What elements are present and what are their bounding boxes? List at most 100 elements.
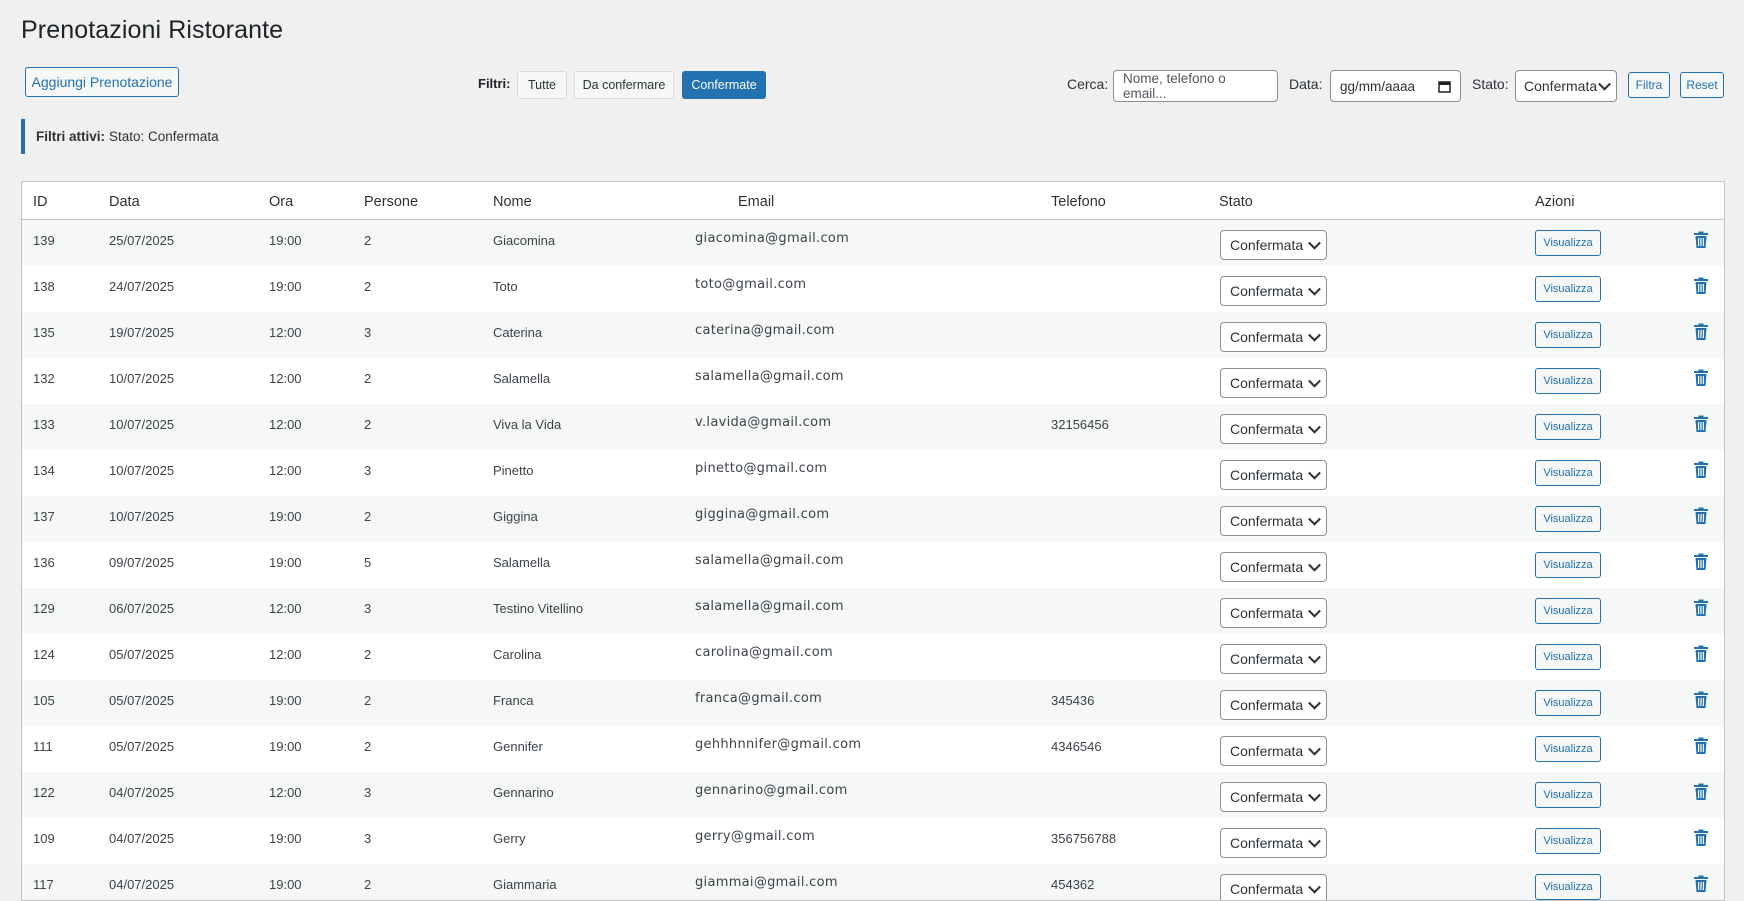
trash-icon[interactable]: [1693, 231, 1709, 249]
row-status-select[interactable]: Confermata: [1220, 276, 1327, 306]
view-button[interactable]: Visualizza: [1535, 644, 1601, 670]
view-button[interactable]: Visualizza: [1535, 782, 1601, 808]
status-select[interactable]: Confermata: [1515, 70, 1617, 102]
active-filters-label: Filtri attivi:: [36, 129, 106, 144]
cell-email: gerry@gmail.com: [695, 829, 815, 844]
trash-icon[interactable]: [1693, 783, 1709, 801]
trash-icon[interactable]: [1693, 323, 1709, 341]
row-status-select[interactable]: Confermata: [1220, 828, 1327, 858]
cell-ora: 12:00: [269, 417, 302, 432]
filter-pending-button[interactable]: Da confermare: [574, 71, 674, 99]
view-button[interactable]: Visualizza: [1535, 552, 1601, 578]
row-status-value: Confermata: [1230, 743, 1304, 759]
trash-icon[interactable]: [1693, 553, 1709, 571]
cell-nome: Salamella: [493, 555, 551, 570]
row-status-select[interactable]: Confermata: [1220, 782, 1327, 812]
trash-icon[interactable]: [1693, 737, 1709, 755]
row-status-select[interactable]: Confermata: [1220, 690, 1327, 720]
view-button[interactable]: Visualizza: [1535, 460, 1601, 486]
chevron-down-icon: [1308, 650, 1321, 664]
cell-persone: 2: [364, 739, 372, 754]
filter-all-button[interactable]: Tutte: [517, 71, 567, 99]
filter-confirmed-button[interactable]: Confermate: [682, 71, 766, 99]
cell-telefono: 4346546: [1051, 739, 1102, 754]
trash-icon[interactable]: [1693, 277, 1709, 295]
row-status-select[interactable]: Confermata: [1220, 644, 1327, 674]
trash-icon[interactable]: [1693, 875, 1709, 893]
cell-data: 05/07/2025: [109, 647, 175, 662]
view-button[interactable]: Visualizza: [1535, 598, 1601, 624]
chevron-down-icon: [1308, 374, 1321, 388]
row-status-value: Confermata: [1230, 605, 1304, 621]
trash-icon[interactable]: [1693, 369, 1709, 387]
view-button[interactable]: Visualizza: [1535, 690, 1601, 716]
cell-persone: 3: [364, 785, 372, 800]
trash-icon[interactable]: [1693, 829, 1709, 847]
row-status-select[interactable]: Confermata: [1220, 414, 1327, 444]
cell-id: 105: [33, 693, 55, 708]
cell-nome: Gennifer: [493, 739, 543, 754]
reset-button[interactable]: Reset: [1680, 72, 1724, 98]
col-persone: Persone: [364, 194, 419, 210]
filter-submit-button[interactable]: Filtra: [1628, 72, 1670, 98]
table-row: 129 06/07/2025 12:00 3 Testino Vitellino…: [22, 588, 1724, 634]
view-button[interactable]: Visualizza: [1535, 828, 1601, 854]
chevron-down-icon: [1308, 282, 1321, 296]
row-status-select[interactable]: Confermata: [1220, 552, 1327, 582]
table-row: 136 09/07/2025 19:00 5 Salamella salamel…: [22, 542, 1724, 588]
cell-id: 135: [33, 325, 55, 340]
chevron-down-icon: [1308, 512, 1321, 526]
trash-icon[interactable]: [1693, 691, 1709, 709]
search-input[interactable]: Nome, telefono o email...: [1113, 70, 1278, 102]
view-button[interactable]: Visualizza: [1535, 276, 1601, 302]
cell-persone: 2: [364, 647, 372, 662]
cell-persone: 2: [364, 693, 372, 708]
calendar-icon[interactable]: [1438, 80, 1451, 93]
reservations-table: ID Data Ora Persone Nome Email Telefono …: [21, 181, 1725, 901]
cell-id: 136: [33, 555, 55, 570]
search-label: Cerca:: [1067, 76, 1109, 92]
cell-ora: 12:00: [269, 463, 302, 478]
row-status-select[interactable]: Confermata: [1220, 230, 1327, 260]
view-button[interactable]: Visualizza: [1535, 322, 1601, 348]
row-status-select[interactable]: Confermata: [1220, 506, 1327, 536]
cell-persone: 2: [364, 371, 372, 386]
row-status-select[interactable]: Confermata: [1220, 322, 1327, 352]
trash-icon[interactable]: [1693, 461, 1709, 479]
table-header: ID Data Ora Persone Nome Email Telefono …: [22, 182, 1724, 220]
cell-ora: 19:00: [269, 279, 302, 294]
cell-nome: Gerry: [493, 831, 526, 846]
view-button[interactable]: Visualizza: [1535, 874, 1601, 900]
table-body: 139 25/07/2025 19:00 2 Giacomina giacomi…: [22, 220, 1724, 900]
cell-persone: 3: [364, 325, 372, 340]
trash-icon[interactable]: [1693, 415, 1709, 433]
trash-icon[interactable]: [1693, 599, 1709, 617]
trash-icon[interactable]: [1693, 645, 1709, 663]
col-stato: Stato: [1219, 194, 1253, 210]
view-button[interactable]: Visualizza: [1535, 414, 1601, 440]
view-button[interactable]: Visualizza: [1535, 506, 1601, 532]
col-nome: Nome: [493, 194, 532, 210]
cell-persone: 3: [364, 463, 372, 478]
row-status-select[interactable]: Confermata: [1220, 736, 1327, 766]
cell-nome: Franca: [493, 693, 534, 708]
row-status-value: Confermata: [1230, 375, 1304, 391]
cell-email: salamella@gmail.com: [695, 599, 844, 614]
date-input[interactable]: gg/mm/aaaa: [1330, 70, 1461, 102]
row-status-select[interactable]: Confermata: [1220, 368, 1327, 398]
cell-id: 124: [33, 647, 55, 662]
trash-icon[interactable]: [1693, 507, 1709, 525]
add-reservation-button[interactable]: Aggiungi Prenotazione: [25, 67, 179, 97]
view-button[interactable]: Visualizza: [1535, 736, 1601, 762]
table-row: 111 05/07/2025 19:00 2 Gennifer gehhhnni…: [22, 726, 1724, 772]
view-button[interactable]: Visualizza: [1535, 230, 1601, 256]
table-row: 138 24/07/2025 19:00 2 Toto toto@gmail.c…: [22, 266, 1724, 312]
cell-nome: Gennarino: [493, 785, 554, 800]
row-status-select[interactable]: Confermata: [1220, 874, 1327, 900]
table-row: 137 10/07/2025 19:00 2 Giggina giggina@g…: [22, 496, 1724, 542]
row-status-select[interactable]: Confermata: [1220, 460, 1327, 490]
chevron-down-icon: [1308, 742, 1321, 756]
view-button[interactable]: Visualizza: [1535, 368, 1601, 394]
row-status-value: Confermata: [1230, 283, 1304, 299]
row-status-select[interactable]: Confermata: [1220, 598, 1327, 628]
